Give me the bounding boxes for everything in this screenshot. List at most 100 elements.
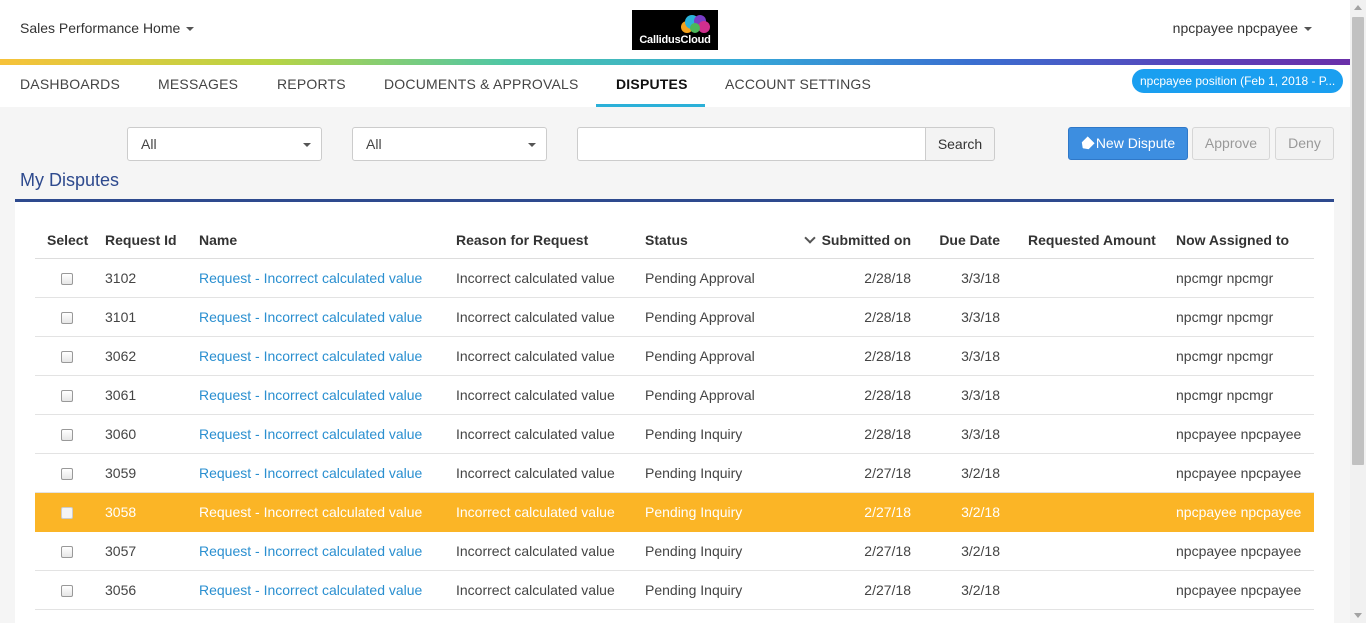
col-due-date[interactable]: Due Date <box>917 202 1000 259</box>
requested-amount <box>1000 258 1160 298</box>
row-select-cell <box>35 492 105 532</box>
request-name-cell: Request - Incorrect calculated value <box>199 453 456 493</box>
page-title: My Disputes <box>20 170 120 190</box>
scroll-thumb[interactable] <box>1352 17 1364 465</box>
table-header-row: Select Request Id Name Reason for Reques… <box>35 202 1314 259</box>
assigned-to: npcpayee npcpayee <box>1160 414 1314 454</box>
table-row[interactable]: 3058 Request - Incorrect calculated value… <box>35 492 1314 532</box>
submitted-on: 2/28/18 <box>805 258 917 298</box>
tab-messages[interactable]: MESSAGES <box>158 76 238 92</box>
row-checkbox[interactable] <box>61 467 73 480</box>
deny-button[interactable]: Deny <box>1275 127 1334 160</box>
col-assigned-to[interactable]: Now Assigned to <box>1160 202 1314 259</box>
col-status[interactable]: Status <box>645 202 805 259</box>
submitted-on: 2/27/18 <box>805 570 917 610</box>
request-name-cell: Request - Incorrect calculated value <box>199 336 456 376</box>
new-dispute-button[interactable]: New Dispute <box>1068 127 1188 160</box>
table-row[interactable]: 3059 Request - Incorrect calculated value… <box>35 453 1314 493</box>
requested-amount <box>1000 570 1160 610</box>
col-reason[interactable]: Reason for Request <box>456 202 645 259</box>
request-name-link[interactable]: Request - Incorrect calculated value <box>199 348 422 364</box>
reason: Incorrect calculated value <box>456 492 645 532</box>
request-name-link[interactable]: Request - Incorrect calculated value <box>199 582 422 598</box>
request-name-link[interactable]: Request - Incorrect calculated value <box>199 387 422 403</box>
table-row[interactable]: 3057 Request - Incorrect calculated value… <box>35 531 1314 571</box>
position-selector[interactable]: npcpayee position (Feb 1, 2018 - P... <box>1132 69 1343 93</box>
tab-account-settings[interactable]: ACCOUNT SETTINGS <box>725 76 871 92</box>
request-name-link[interactable]: Request - Incorrect calculated value <box>199 543 422 559</box>
row-checkbox[interactable] <box>61 272 73 285</box>
due-date: 3/3/18 <box>917 336 1000 376</box>
table-row[interactable]: 3101 Request - Incorrect calculated value… <box>35 297 1314 337</box>
request-name-cell: Request - Incorrect calculated value <box>199 570 456 610</box>
due-date: 3/3/18 <box>917 297 1000 337</box>
request-name-cell: Request - Incorrect calculated value <box>199 297 456 337</box>
scroll-down-arrow-icon[interactable] <box>1354 613 1362 618</box>
caret-down-icon <box>1304 27 1312 32</box>
reason: Incorrect calculated value <box>456 570 645 610</box>
user-menu-label: npcpayee npcpayee <box>1172 20 1298 36</box>
request-name-link[interactable]: Request - Incorrect calculated value <box>199 426 422 442</box>
disputes-table: Select Request Id Name Reason for Reques… <box>35 202 1314 623</box>
col-request-id[interactable]: Request Id <box>105 202 199 259</box>
request-name-link[interactable]: Request - Incorrect calculated value <box>199 465 422 481</box>
top-bar: Sales Performance Home CallidusCloud npc… <box>0 0 1350 60</box>
reason: Incorrect calculated value <box>456 414 645 454</box>
table-row[interactable]: 3055Request - Incorrect calculated value… <box>35 609 1314 623</box>
row-select-cell <box>35 531 105 571</box>
requested-amount <box>1000 336 1160 376</box>
table-row[interactable]: 3056 Request - Incorrect calculated value… <box>35 570 1314 610</box>
row-checkbox[interactable] <box>61 545 73 558</box>
assigned-to: npcpayee npcpayee <box>1160 453 1314 493</box>
scroll-up-arrow-icon[interactable] <box>1354 5 1362 10</box>
submitted-on: 2/27/18 <box>805 609 917 623</box>
request-name-link[interactable]: Request - Incorrect calculated value <box>199 504 422 520</box>
app-menu-label: Sales Performance Home <box>20 20 181 36</box>
chevron-down-icon <box>803 232 816 244</box>
request-name-link[interactable]: Request - Incorrect calculated value <box>199 270 422 286</box>
assigned-to: npcpayee npcpayee <box>1160 492 1314 532</box>
table-row[interactable]: 3060 Request - Incorrect calculated value… <box>35 414 1314 454</box>
row-checkbox[interactable] <box>61 506 73 519</box>
row-checkbox[interactable] <box>61 428 73 441</box>
request-id: 3056 <box>105 570 199 610</box>
app-menu-dropdown[interactable]: Sales Performance Home <box>20 20 195 36</box>
request-name-link[interactable]: Request - Incorrect calculated value <box>199 309 422 325</box>
user-menu-dropdown[interactable]: npcpayee npcpayee <box>1173 20 1312 36</box>
row-checkbox[interactable] <box>61 584 73 597</box>
submitted-on: 2/28/18 <box>805 336 917 376</box>
assigned-to: npcpayee npcpayee <box>1160 570 1314 610</box>
due-date: 3/3/18 <box>917 375 1000 415</box>
status: Pending Approval <box>645 336 805 376</box>
tab-disputes[interactable]: DISPUTES <box>616 76 688 92</box>
due-date: 3/2/18 <box>917 570 1000 610</box>
request-id: 3058 <box>105 492 199 532</box>
search-button[interactable]: Search <box>925 127 995 161</box>
table-row[interactable]: 3102 Request - Incorrect calculated value… <box>35 258 1314 298</box>
col-requested-amount[interactable]: Requested Amount <box>1000 202 1160 259</box>
tab-documents-approvals[interactable]: DOCUMENTS & APPROVALS <box>384 76 579 92</box>
request-name-cell: Request - Incorrect calculated value <box>199 531 456 571</box>
search-input[interactable] <box>577 127 926 161</box>
tab-reports[interactable]: REPORTS <box>277 76 346 92</box>
tab-dashboards[interactable]: DASHBOARDS <box>20 76 120 92</box>
row-checkbox[interactable] <box>61 311 73 324</box>
row-checkbox[interactable] <box>61 389 73 402</box>
col-name[interactable]: Name <box>199 202 456 259</box>
col-submitted-on[interactable]: Submitted on <box>803 202 917 259</box>
reason: Incorrect calculated value <box>456 297 645 337</box>
filter-select-2[interactable]: All <box>352 127 547 161</box>
submitted-on: 2/28/18 <box>805 297 917 337</box>
table-row[interactable]: 3061 Request - Incorrect calculated value… <box>35 375 1314 415</box>
page-scrollbar[interactable] <box>1350 0 1366 623</box>
filter-select-1[interactable]: All <box>127 127 322 161</box>
logo[interactable]: CallidusCloud <box>632 10 718 50</box>
row-select-cell <box>35 336 105 376</box>
table-row[interactable]: 3062 Request - Incorrect calculated value… <box>35 336 1314 376</box>
approve-button[interactable]: Approve <box>1192 127 1270 160</box>
due-date: 3/2/18 <box>917 609 1000 623</box>
row-select-cell <box>35 570 105 610</box>
due-date: 3/3/18 <box>917 414 1000 454</box>
row-checkbox[interactable] <box>61 350 73 363</box>
due-date: 3/2/18 <box>917 492 1000 532</box>
